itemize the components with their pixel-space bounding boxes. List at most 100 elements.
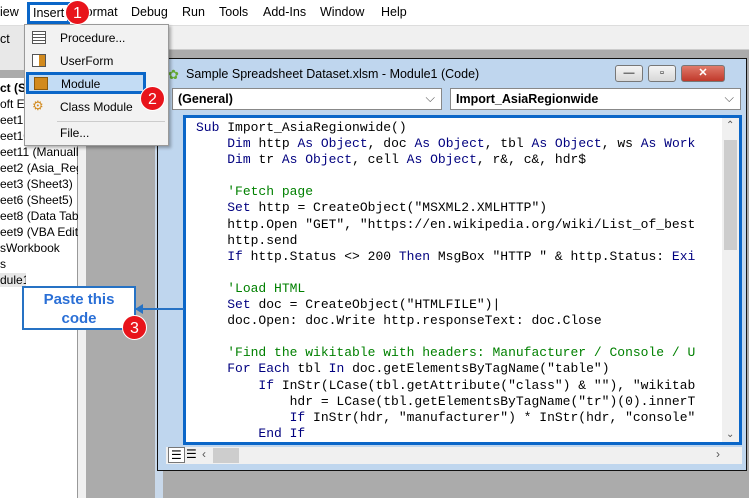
scroll-up-icon[interactable]: ⌃: [726, 120, 734, 131]
code-text: http: [258, 136, 298, 152]
step-badge-2: 2: [140, 86, 165, 111]
menu-run[interactable]: Run: [182, 5, 205, 19]
tree-item[interactable]: eet9 (VBA Editor: [0, 225, 78, 239]
menu-item-userform[interactable]: UserForm: [25, 50, 168, 72]
code-text: hdr = LCase(tbl.getElementsByTagName("tr…: [196, 393, 696, 409]
code-line[interactable]: Sub Import_AsiaRegionwide(): [196, 120, 695, 136]
menu-item-label: UserForm: [60, 54, 114, 68]
code-keyword: If: [258, 377, 282, 393]
code-line[interactable]: hdr = LCase(tbl.getElementsByTagName("tr…: [196, 393, 696, 410]
code-keyword: Set: [227, 200, 259, 216]
menu-item-label: Procedure...: [60, 31, 126, 45]
paste-code-callout: Paste this code: [22, 286, 136, 330]
callout-line: Paste this: [43, 291, 115, 308]
menu-add-ins[interactable]: Add-Ins: [263, 5, 306, 19]
step-badge-3: 3: [122, 315, 147, 340]
tree-item[interactable]: eet6 (Sheet5): [0, 193, 78, 207]
insert-menu: Procedure... UserForm Module ⚙ Class Mod…: [24, 24, 169, 146]
code-line[interactable]: Set http = CreateObject("MSXML2.XMLHTTP"…: [196, 200, 695, 216]
code-line[interactable]: End If: [196, 426, 695, 442]
code-line[interactable]: http.send: [196, 233, 695, 249]
callout-arrow: [136, 308, 184, 310]
scroll-down-icon[interactable]: ⌄: [726, 429, 734, 440]
menu-item-module[interactable]: Module: [26, 72, 146, 94]
code-keyword: As Object: [406, 152, 477, 168]
code-text: , cell: [352, 152, 407, 168]
menu-tools[interactable]: Tools: [219, 5, 248, 19]
menu-item-label: Class Module: [60, 100, 133, 114]
menu-item-file[interactable]: File...: [25, 122, 168, 144]
code-line[interactable]: Set doc = CreateObject("HTMLFILE")|: [196, 297, 695, 313]
menu-help[interactable]: Help: [381, 5, 407, 19]
scroll-left-icon[interactable]: ‹: [202, 447, 206, 461]
code-keyword: As Object: [531, 136, 602, 152]
code-comment: 'Find the wikitable with headers: Manufa…: [227, 345, 696, 361]
menu-window[interactable]: Window: [320, 5, 364, 19]
code-comment: 'Load HTML: [227, 280, 306, 296]
vertical-scrollbar[interactable]: ⌃ ⌄: [722, 118, 739, 442]
menu-debug[interactable]: Debug: [131, 5, 168, 19]
code-line[interactable]: Dim http As Object, doc As Object, tbl A…: [196, 136, 695, 152]
code-keyword: If: [289, 409, 314, 425]
code-line[interactable]: For Each tbl In doc.getElementsByTagName…: [196, 361, 695, 377]
code-line[interactable]: 'Load HTML: [196, 281, 695, 297]
tree-item[interactable]: eet3 (Sheet3): [0, 177, 78, 191]
code-line[interactable]: [196, 329, 695, 345]
code-line[interactable]: [196, 168, 695, 184]
menu-item-procedure[interactable]: Procedure...: [25, 27, 168, 49]
procedure-icon: [32, 31, 46, 44]
menu-view[interactable]: iew: [0, 5, 19, 19]
tree-item[interactable]: eet8 (Data Tab): [0, 209, 78, 223]
object-combo[interactable]: (General) ⌵: [172, 88, 442, 110]
code-keyword: Then: [398, 248, 438, 264]
code-window-footer: ☰ ☰ ‹ ›: [166, 447, 742, 464]
code-keyword: Dim: [227, 152, 259, 168]
code-text: doc.getElementsByTagName("table"): [352, 361, 610, 377]
code-text: MsgBox "HTTP " & http.Status:: [437, 248, 672, 264]
code-line[interactable]: http.Open "GET", "https://en.wikipedia.o…: [196, 217, 695, 233]
minimize-button[interactable]: —: [615, 65, 643, 82]
procedure-combo[interactable]: Import_AsiaRegionwide ⌵: [450, 88, 741, 110]
code-editor[interactable]: Sub Import_AsiaRegionwide() Dim http As …: [183, 115, 742, 445]
scroll-thumb[interactable]: [724, 140, 737, 250]
code-line[interactable]: Dim tr As Object, cell As Object, r&, c&…: [196, 152, 695, 168]
menu-insert[interactable]: Insert: [27, 2, 71, 24]
code-line[interactable]: 'Fetch page: [196, 184, 695, 200]
code-lines[interactable]: Sub Import_AsiaRegionwide() Dim http As …: [196, 120, 695, 442]
code-line[interactable]: If InStr(hdr, "manufacturer") * InStr(hd…: [196, 409, 696, 426]
scroll-right-icon[interactable]: ›: [716, 447, 720, 461]
restore-button[interactable]: ▫: [648, 65, 676, 82]
code-window: ✿ Sample Spreadsheet Dataset.xlsm - Modu…: [157, 58, 747, 471]
procedure-view-icon[interactable]: ☰: [168, 447, 185, 463]
step-badge-1: 1: [65, 0, 90, 25]
tree-item[interactable]: eet11 (Manually: [0, 145, 78, 159]
tree-item[interactable]: s: [0, 257, 78, 271]
horizontal-scroll-thumb[interactable]: [213, 448, 239, 463]
code-line[interactable]: If http.Status <> 200 Then MsgBox "HTTP …: [196, 249, 695, 265]
vba-project-icon: ✿: [168, 67, 179, 82]
code-keyword: Set: [227, 297, 259, 313]
tree-item[interactable]: sWorkbook: [0, 241, 78, 255]
tree-item-module1[interactable]: dule1: [0, 273, 26, 287]
code-line[interactable]: [196, 265, 695, 281]
close-button[interactable]: ✕: [681, 65, 725, 82]
code-keyword: In: [328, 361, 353, 377]
code-comment: 'Fetch page: [227, 184, 314, 200]
code-line[interactable]: doc.Open: doc.Write http.responseText: d…: [196, 313, 695, 329]
full-module-view-icon[interactable]: ☰: [186, 447, 197, 461]
code-text: , tbl: [484, 136, 532, 152]
callout-line: code: [61, 310, 97, 327]
tree-item[interactable]: eet2 (Asia_Regio: [0, 161, 78, 175]
module-icon: [34, 77, 48, 90]
code-text: http.Open "GET", "https://en.wikipedia.o…: [196, 216, 696, 232]
code-line[interactable]: If InStr(LCase(tbl.getAttribute("class")…: [196, 378, 695, 394]
code-keyword: Dim: [227, 136, 259, 152]
code-line[interactable]: 'Find the wikitable with headers: Manufa…: [196, 345, 695, 361]
